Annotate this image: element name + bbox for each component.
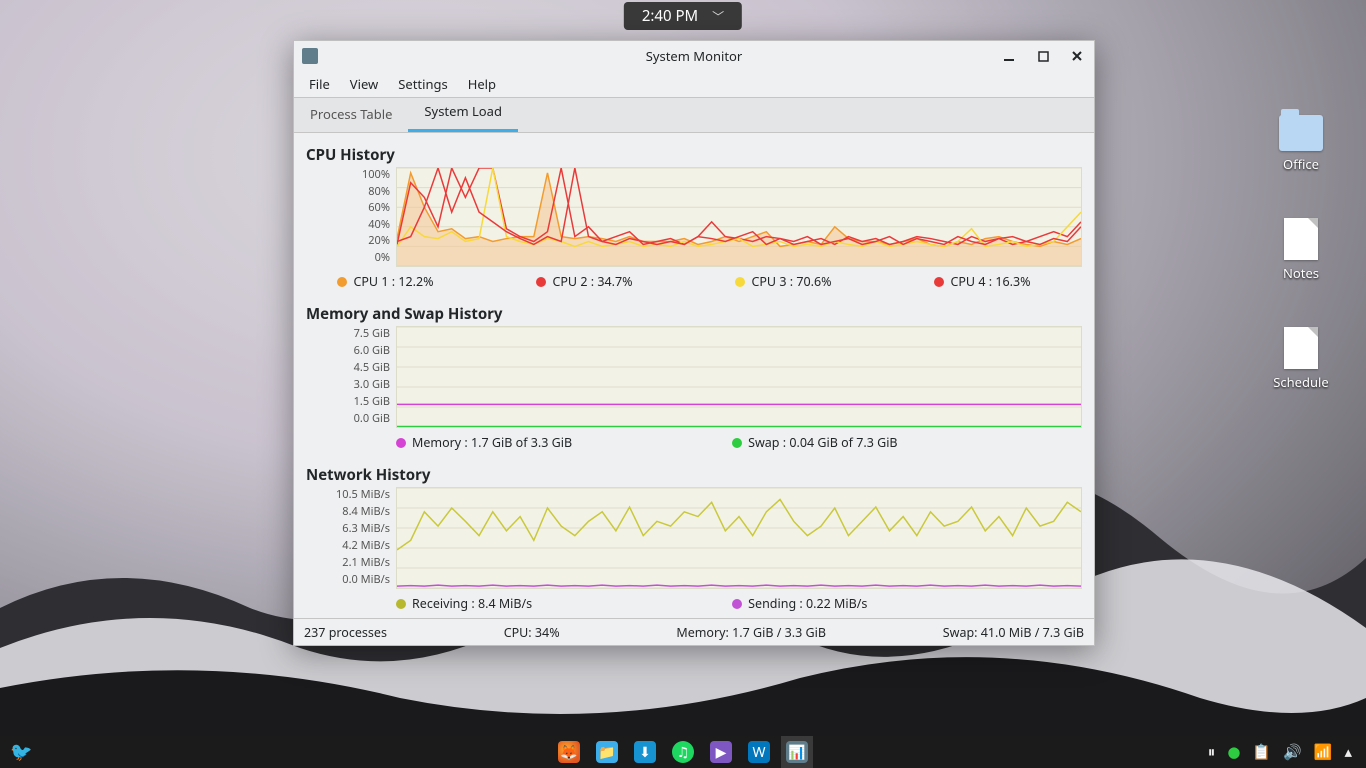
file-icon: [1284, 327, 1318, 369]
legend-dot-icon: [732, 438, 742, 448]
net-yaxis: 10.5 MiB/s8.4 MiB/s6.3 MiB/s4.2 MiB/s2.1…: [306, 487, 396, 587]
chevron-down-icon: ﹀: [712, 8, 724, 25]
sysmonitor-icon: 📊: [786, 741, 808, 763]
maximize-button[interactable]: [1026, 41, 1060, 71]
desktop-icon-label: Office: [1283, 155, 1319, 173]
top-clock[interactable]: 2:40 PM ﹀: [624, 2, 742, 30]
statusbar: 237 processes CPU: 34% Memory: 1.7 GiB /…: [294, 618, 1094, 645]
status-ok-icon[interactable]: ●: [1227, 742, 1240, 762]
status-processes: 237 processes: [304, 624, 387, 641]
mem-plot: [396, 326, 1082, 428]
mem-legend: Memory : 1.7 GiB of 3.3 GiB Swap : 0.04 G…: [306, 428, 1082, 457]
cpu-legend: CPU 1 : 12.2% CPU 2 : 34.7% CPU 3 : 70.6% C…: [306, 267, 1082, 296]
desktop-icon-schedule[interactable]: Schedule: [1266, 327, 1336, 391]
bottom-panel: 🐦 🦊 📁 ⬇ ♫ ▶ W 📊 ⏸ ● 📋 🔊 📶 ▴: [0, 736, 1366, 768]
desktop-icon-label: Notes: [1283, 264, 1319, 282]
player-icon: ▶: [710, 741, 732, 763]
tab-strip: Process TableSystem Load: [294, 97, 1094, 133]
window-title: System Monitor: [646, 47, 743, 65]
folder-icon: [1279, 115, 1323, 151]
task-wps[interactable]: W: [743, 736, 775, 768]
desktop-icon-office[interactable]: Office: [1266, 115, 1336, 173]
legend-item: Memory : 1.7 GiB of 3.3 GiB: [396, 434, 572, 451]
system-monitor-window: System Monitor FileViewSettingsHelp Proc…: [293, 40, 1095, 646]
legend-dot-icon: [396, 599, 406, 609]
menu-view[interactable]: View: [341, 72, 387, 96]
cpu-yaxis: 100%80%60%40%20%0%: [306, 167, 396, 265]
close-button[interactable]: [1060, 41, 1094, 71]
legend-item: Sending : 0.22 MiB/s: [732, 595, 867, 612]
wps-icon: W: [748, 741, 770, 763]
net-history-title: Network History: [306, 465, 1082, 485]
status-memory: Memory: 1.7 GiB / 3.3 GiB: [676, 624, 826, 641]
legend-item: Swap : 0.04 GiB of 7.3 GiB: [732, 434, 897, 451]
software-icon: ⬇: [634, 741, 656, 763]
desktop-icon-notes[interactable]: Notes: [1266, 218, 1336, 282]
system-tray: ⏸ ● 📋 🔊 📶 ▴: [1208, 742, 1352, 762]
desktop-icon-label: Schedule: [1273, 373, 1328, 391]
status-cpu: CPU: 34%: [504, 624, 560, 641]
task-firefox[interactable]: 🦊: [553, 736, 585, 768]
clipboard-icon[interactable]: 📋: [1252, 742, 1271, 762]
firefox-icon: 🦊: [558, 741, 580, 763]
mem-history-title: Memory and Swap History: [306, 304, 1082, 324]
network-icon[interactable]: 📶: [1314, 742, 1333, 762]
legend-dot-icon: [536, 277, 546, 287]
cpu-plot: [396, 167, 1082, 267]
minimize-button[interactable]: [992, 41, 1026, 71]
tray-expand-icon[interactable]: ▴: [1344, 742, 1352, 762]
titlebar[interactable]: System Monitor: [294, 41, 1094, 71]
legend-dot-icon: [732, 599, 742, 609]
status-pause-icon[interactable]: ⏸: [1208, 742, 1216, 762]
menu-file[interactable]: File: [300, 72, 339, 96]
taskbar-apps: 🦊 📁 ⬇ ♫ ▶ W 📊: [553, 736, 813, 768]
task-filemanager[interactable]: 📁: [591, 736, 623, 768]
legend-item: Receiving : 8.4 MiB/s: [396, 595, 532, 612]
legend-dot-icon: [735, 277, 745, 287]
task-spotify[interactable]: ♫: [667, 736, 699, 768]
legend-dot-icon: [337, 277, 347, 287]
tab-system-load[interactable]: System Load: [408, 93, 518, 132]
legend-dot-icon: [396, 438, 406, 448]
task-sysmonitor[interactable]: 📊: [781, 736, 813, 768]
task-software[interactable]: ⬇: [629, 736, 661, 768]
legend-item: CPU 2 : 34.7%: [536, 273, 632, 290]
legend-item: CPU 4 : 16.3%: [934, 273, 1030, 290]
filemanager-icon: 📁: [596, 741, 618, 763]
clock-time: 2:40 PM: [642, 6, 698, 26]
start-menu-icon[interactable]: 🐦: [10, 740, 32, 764]
mem-yaxis: 7.5 GiB6.0 GiB4.5 GiB3.0 GiB1.5 GiB0.0 G…: [306, 326, 396, 426]
file-icon: [1284, 218, 1318, 260]
app-icon: [302, 48, 318, 64]
spotify-icon: ♫: [672, 741, 694, 763]
cpu-history-title: CPU History: [306, 145, 1082, 165]
legend-item: CPU 1 : 12.2%: [337, 273, 433, 290]
status-swap: Swap: 41.0 MiB / 7.3 GiB: [943, 624, 1084, 641]
tab-process-table[interactable]: Process Table: [294, 96, 408, 132]
legend-item: CPU 3 : 70.6%: [735, 273, 831, 290]
net-legend: Receiving : 8.4 MiB/s Sending : 0.22 MiB/…: [306, 589, 1082, 618]
volume-icon[interactable]: 🔊: [1283, 742, 1302, 762]
net-plot: [396, 487, 1082, 589]
legend-dot-icon: [934, 277, 944, 287]
task-player[interactable]: ▶: [705, 736, 737, 768]
